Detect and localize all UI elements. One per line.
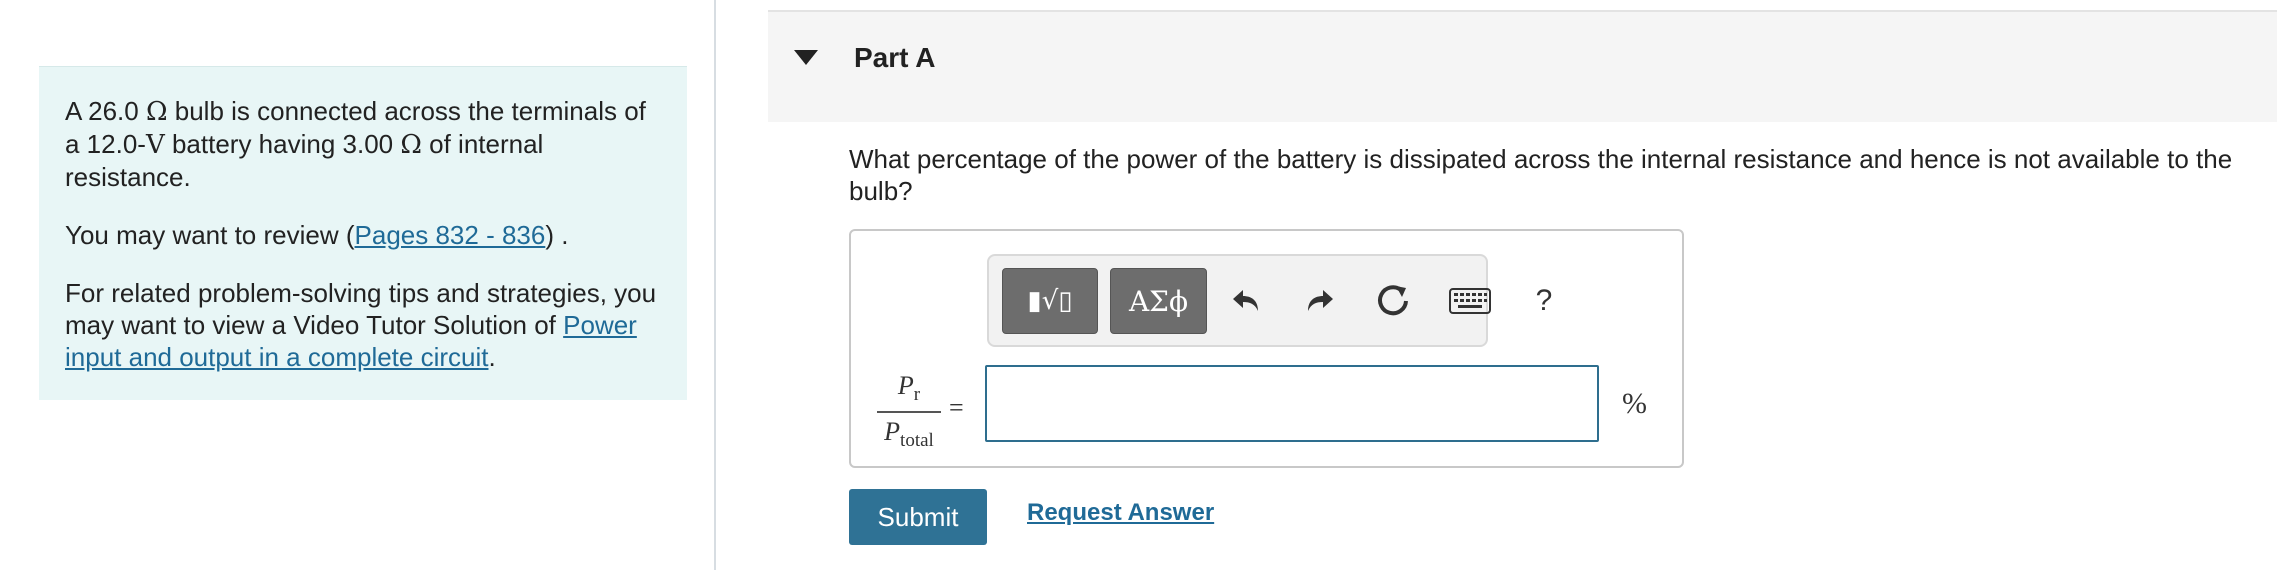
ohm-symbol: Ω bbox=[145, 97, 168, 127]
column-divider bbox=[714, 0, 716, 570]
greek-symbols-button[interactable]: ΑΣϕ bbox=[1110, 268, 1207, 334]
percent-unit: % bbox=[1622, 387, 1647, 420]
answer-input[interactable] bbox=[985, 365, 1599, 442]
templates-button[interactable]: ▮√▯ bbox=[1002, 268, 1098, 334]
question-text: What percentage of the power of the batt… bbox=[849, 144, 2233, 206]
templates-icon: ▮√▯ bbox=[1027, 286, 1073, 316]
numerator: Pr bbox=[877, 371, 941, 414]
answer-box: ▮√▯ ΑΣϕ ? Pr Ptotal = % bbox=[849, 229, 1684, 468]
denominator: Ptotal bbox=[884, 417, 934, 452]
greek-symbols-label: ΑΣϕ bbox=[1128, 284, 1189, 318]
review-pages-link[interactable]: Pages 832 - 836 bbox=[355, 220, 546, 250]
request-answer-link[interactable]: Request Answer bbox=[1027, 499, 1214, 527]
help-button[interactable]: ? bbox=[1521, 276, 1567, 326]
problem-statement-panel: A 26.0 Ω bulb is connected across the te… bbox=[39, 66, 687, 400]
volt-symbol: V bbox=[145, 130, 165, 160]
part-title: Part A bbox=[854, 42, 936, 73]
equals-sign: = bbox=[949, 393, 964, 422]
problem-text: A 26.0 Ω bulb is connected across the te… bbox=[65, 96, 646, 192]
ohm-symbol: Ω bbox=[400, 130, 422, 160]
reset-icon[interactable] bbox=[1370, 276, 1416, 326]
redo-icon[interactable] bbox=[1297, 276, 1343, 326]
part-a-header[interactable]: Part A bbox=[768, 10, 2277, 122]
review-text: You may want to review (Pages 832 - 836)… bbox=[65, 220, 569, 250]
tips-text: For related problem-solving tips and str… bbox=[65, 278, 657, 372]
keyboard-icon[interactable] bbox=[1447, 276, 1493, 326]
collapse-caret-icon[interactable] bbox=[794, 50, 818, 65]
math-toolbar: ▮√▯ ΑΣϕ ? bbox=[987, 254, 1552, 347]
power-ratio-label: Pr Ptotal bbox=[877, 371, 941, 452]
submit-button[interactable]: Submit bbox=[849, 489, 987, 545]
undo-icon[interactable] bbox=[1223, 276, 1269, 326]
